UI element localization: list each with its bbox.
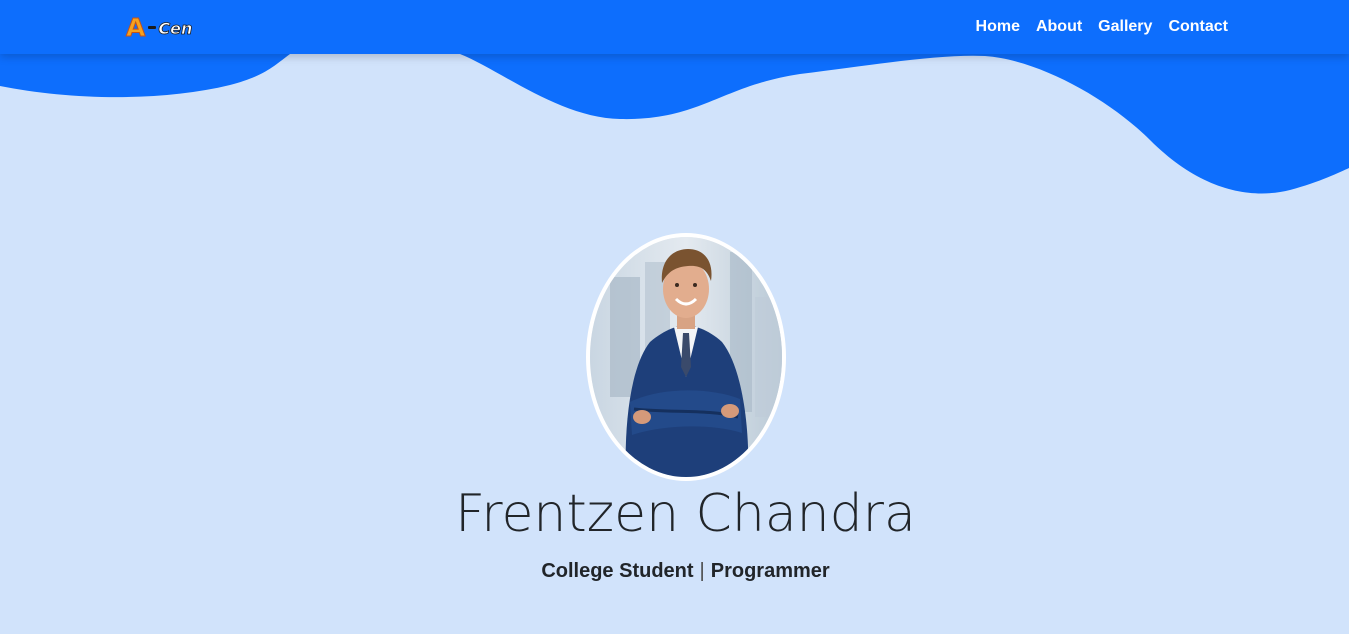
profile-avatar (586, 233, 786, 481)
role-college-student: College Student (541, 560, 694, 582)
navbar: A Cen Home About Gallery Contact (0, 0, 1349, 54)
nav-link-gallery[interactable]: Gallery (1090, 18, 1160, 36)
brand-logo[interactable]: A Cen (125, 10, 193, 44)
nav-link-about[interactable]: About (1028, 18, 1090, 36)
role-programmer: Programmer (710, 560, 830, 582)
brand-logo-letter: A (125, 12, 146, 42)
hero-section: Frentzen Chandra College Student | Program… (0, 0, 1349, 634)
nav-link-home[interactable]: Home (968, 18, 1028, 36)
profile-roles: College Student | Programmer (0, 560, 1349, 583)
role-separator: | (699, 560, 705, 582)
brand-logo-dash (148, 25, 157, 29)
profile-name: Frentzen Chandra (455, 484, 916, 544)
nav-link-contact[interactable]: Contact (1160, 18, 1236, 36)
nav-links: Home About Gallery Contact (968, 0, 1236, 54)
brand-logo-text: Cen (158, 18, 193, 38)
